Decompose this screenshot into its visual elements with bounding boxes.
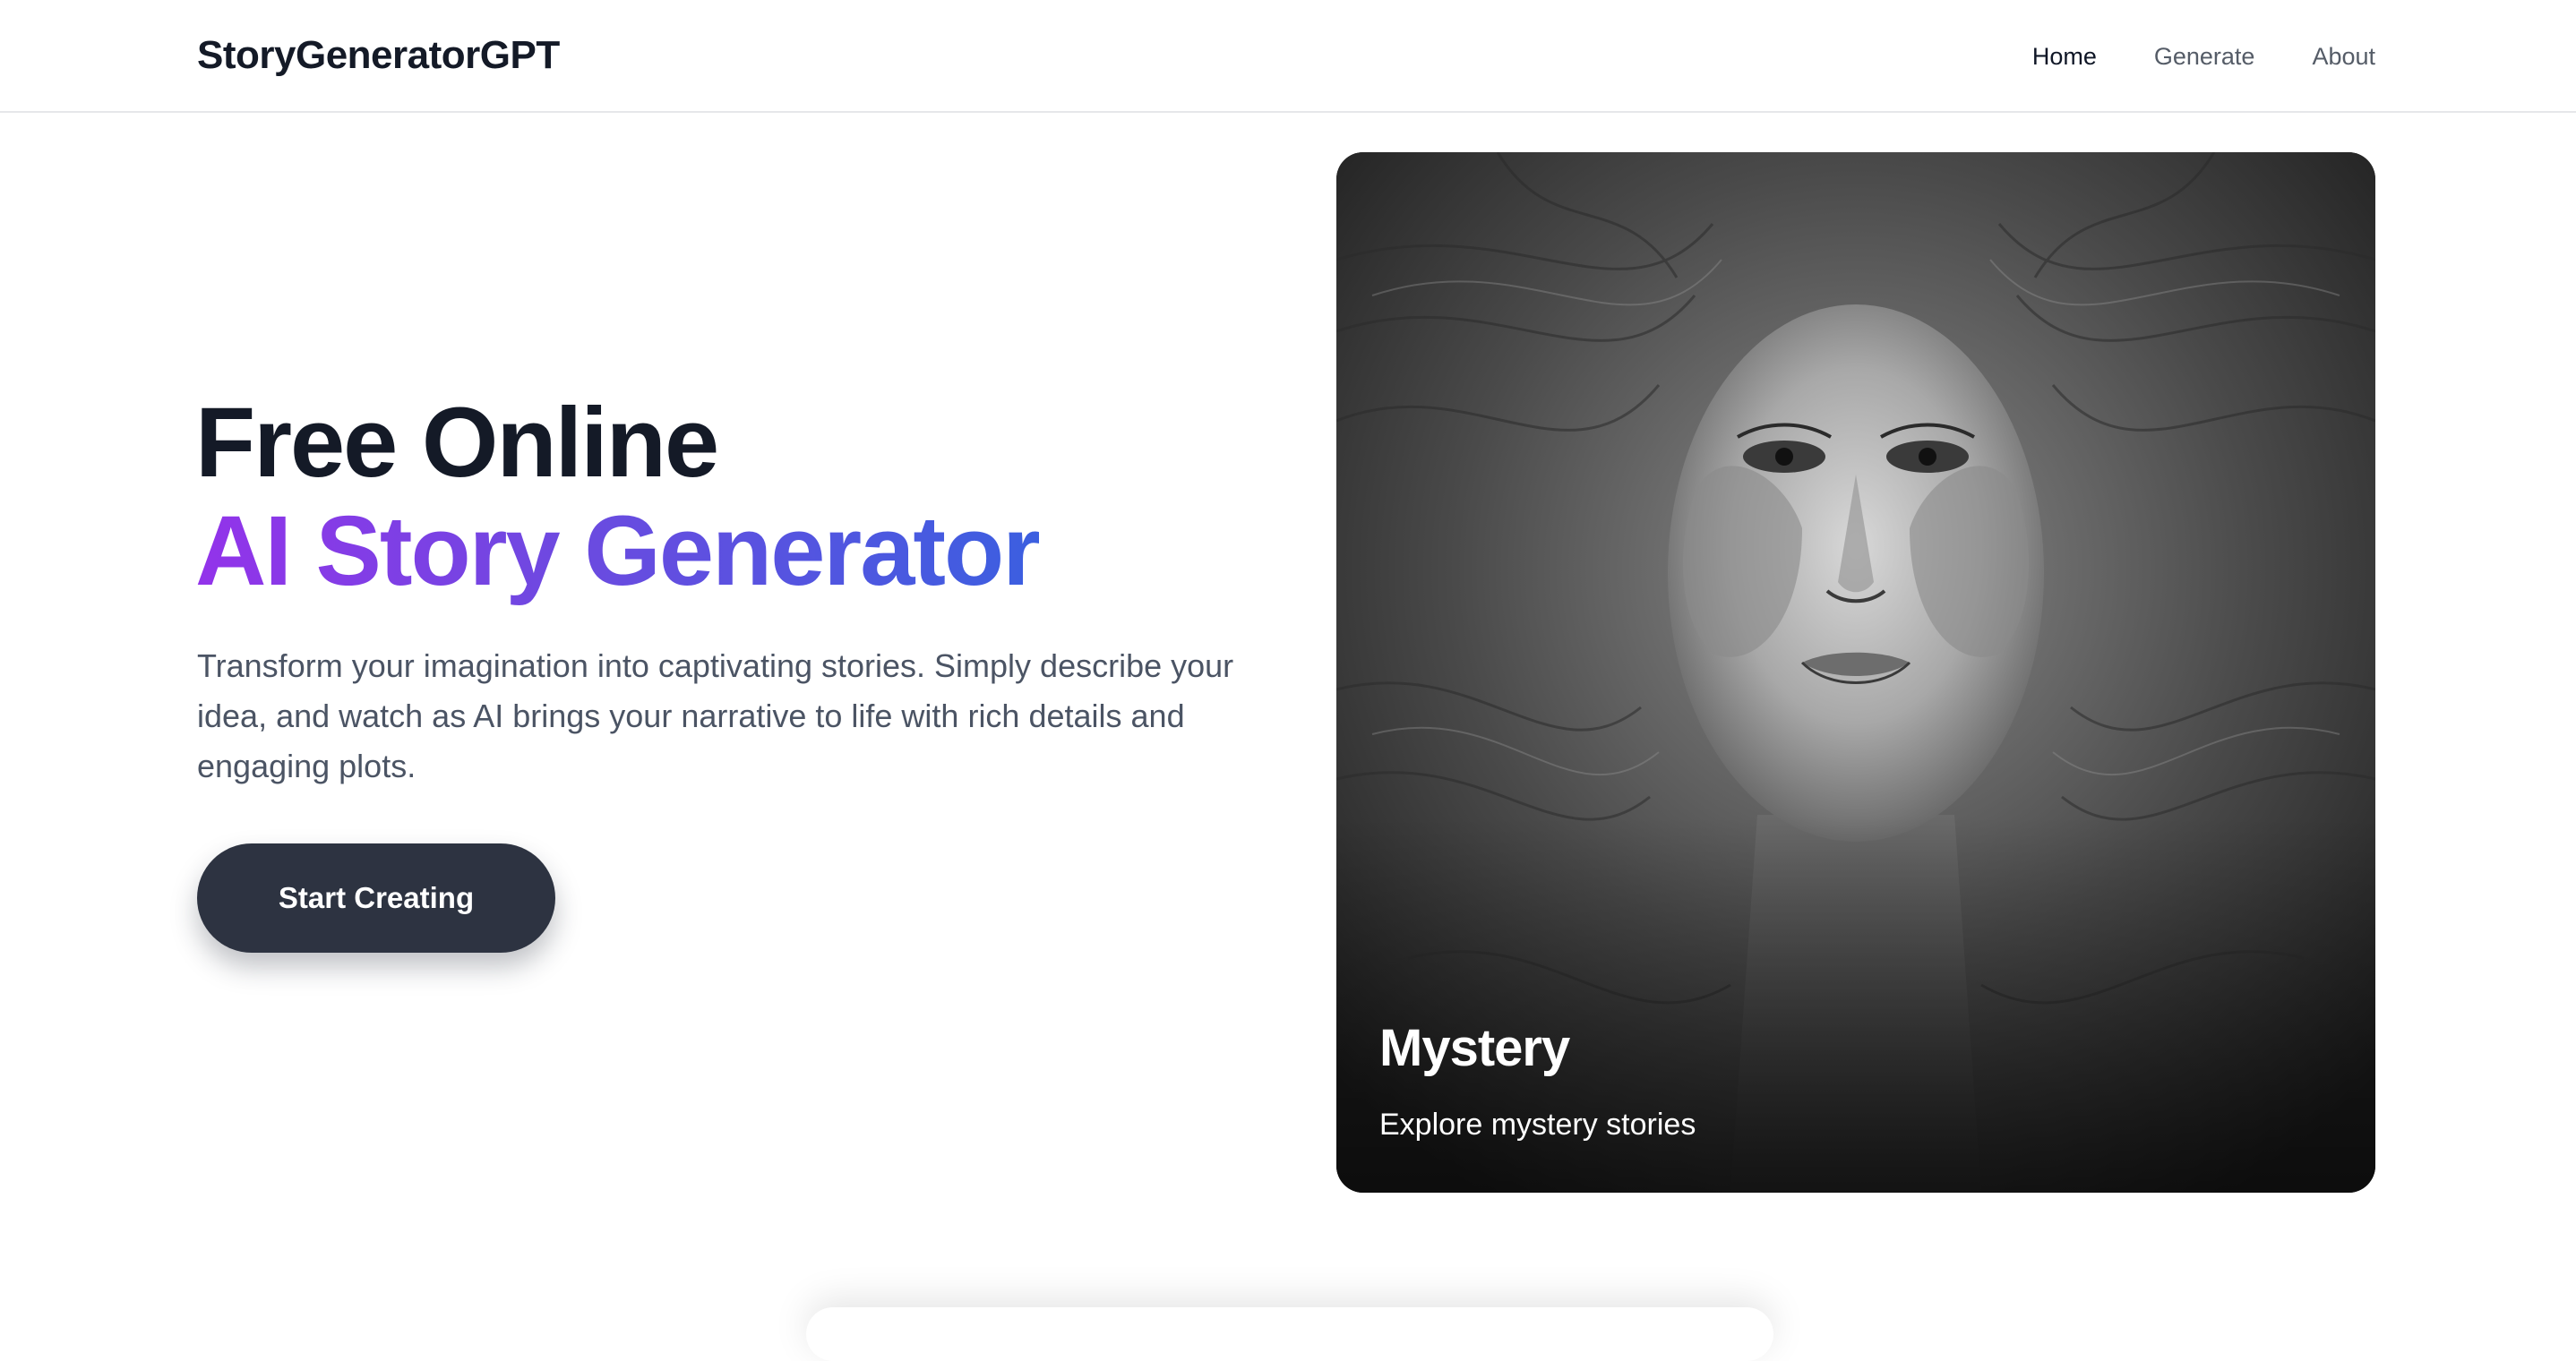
hero-carousel[interactable]: Mystery Explore mystery stories: [1336, 152, 2375, 1193]
hero-title: Free Online AI Story Generator: [195, 388, 1041, 607]
carousel-slide-subtitle: Explore mystery stories: [1379, 1108, 1696, 1142]
site-header: StoryGeneratorGPT Home Generate About: [0, 0, 2576, 113]
nav-home[interactable]: Home: [2032, 36, 2097, 77]
hero-description: Transform your imagination into captivat…: [197, 647, 1234, 784]
main-nav: Home Generate About: [2032, 36, 2375, 77]
next-section-edge: [806, 1307, 1773, 1361]
carousel-slide-title: Mystery: [1379, 1019, 1570, 1077]
brand-logo[interactable]: StoryGeneratorGPT: [197, 30, 560, 81]
hero-title-line2: AI Story Generator: [195, 496, 1041, 606]
nav-generate[interactable]: Generate: [2154, 36, 2255, 77]
hero-title-line1: Free Online: [195, 388, 719, 498]
start-creating-button[interactable]: Start Creating: [197, 843, 555, 953]
nav-about[interactable]: About: [2312, 36, 2375, 77]
